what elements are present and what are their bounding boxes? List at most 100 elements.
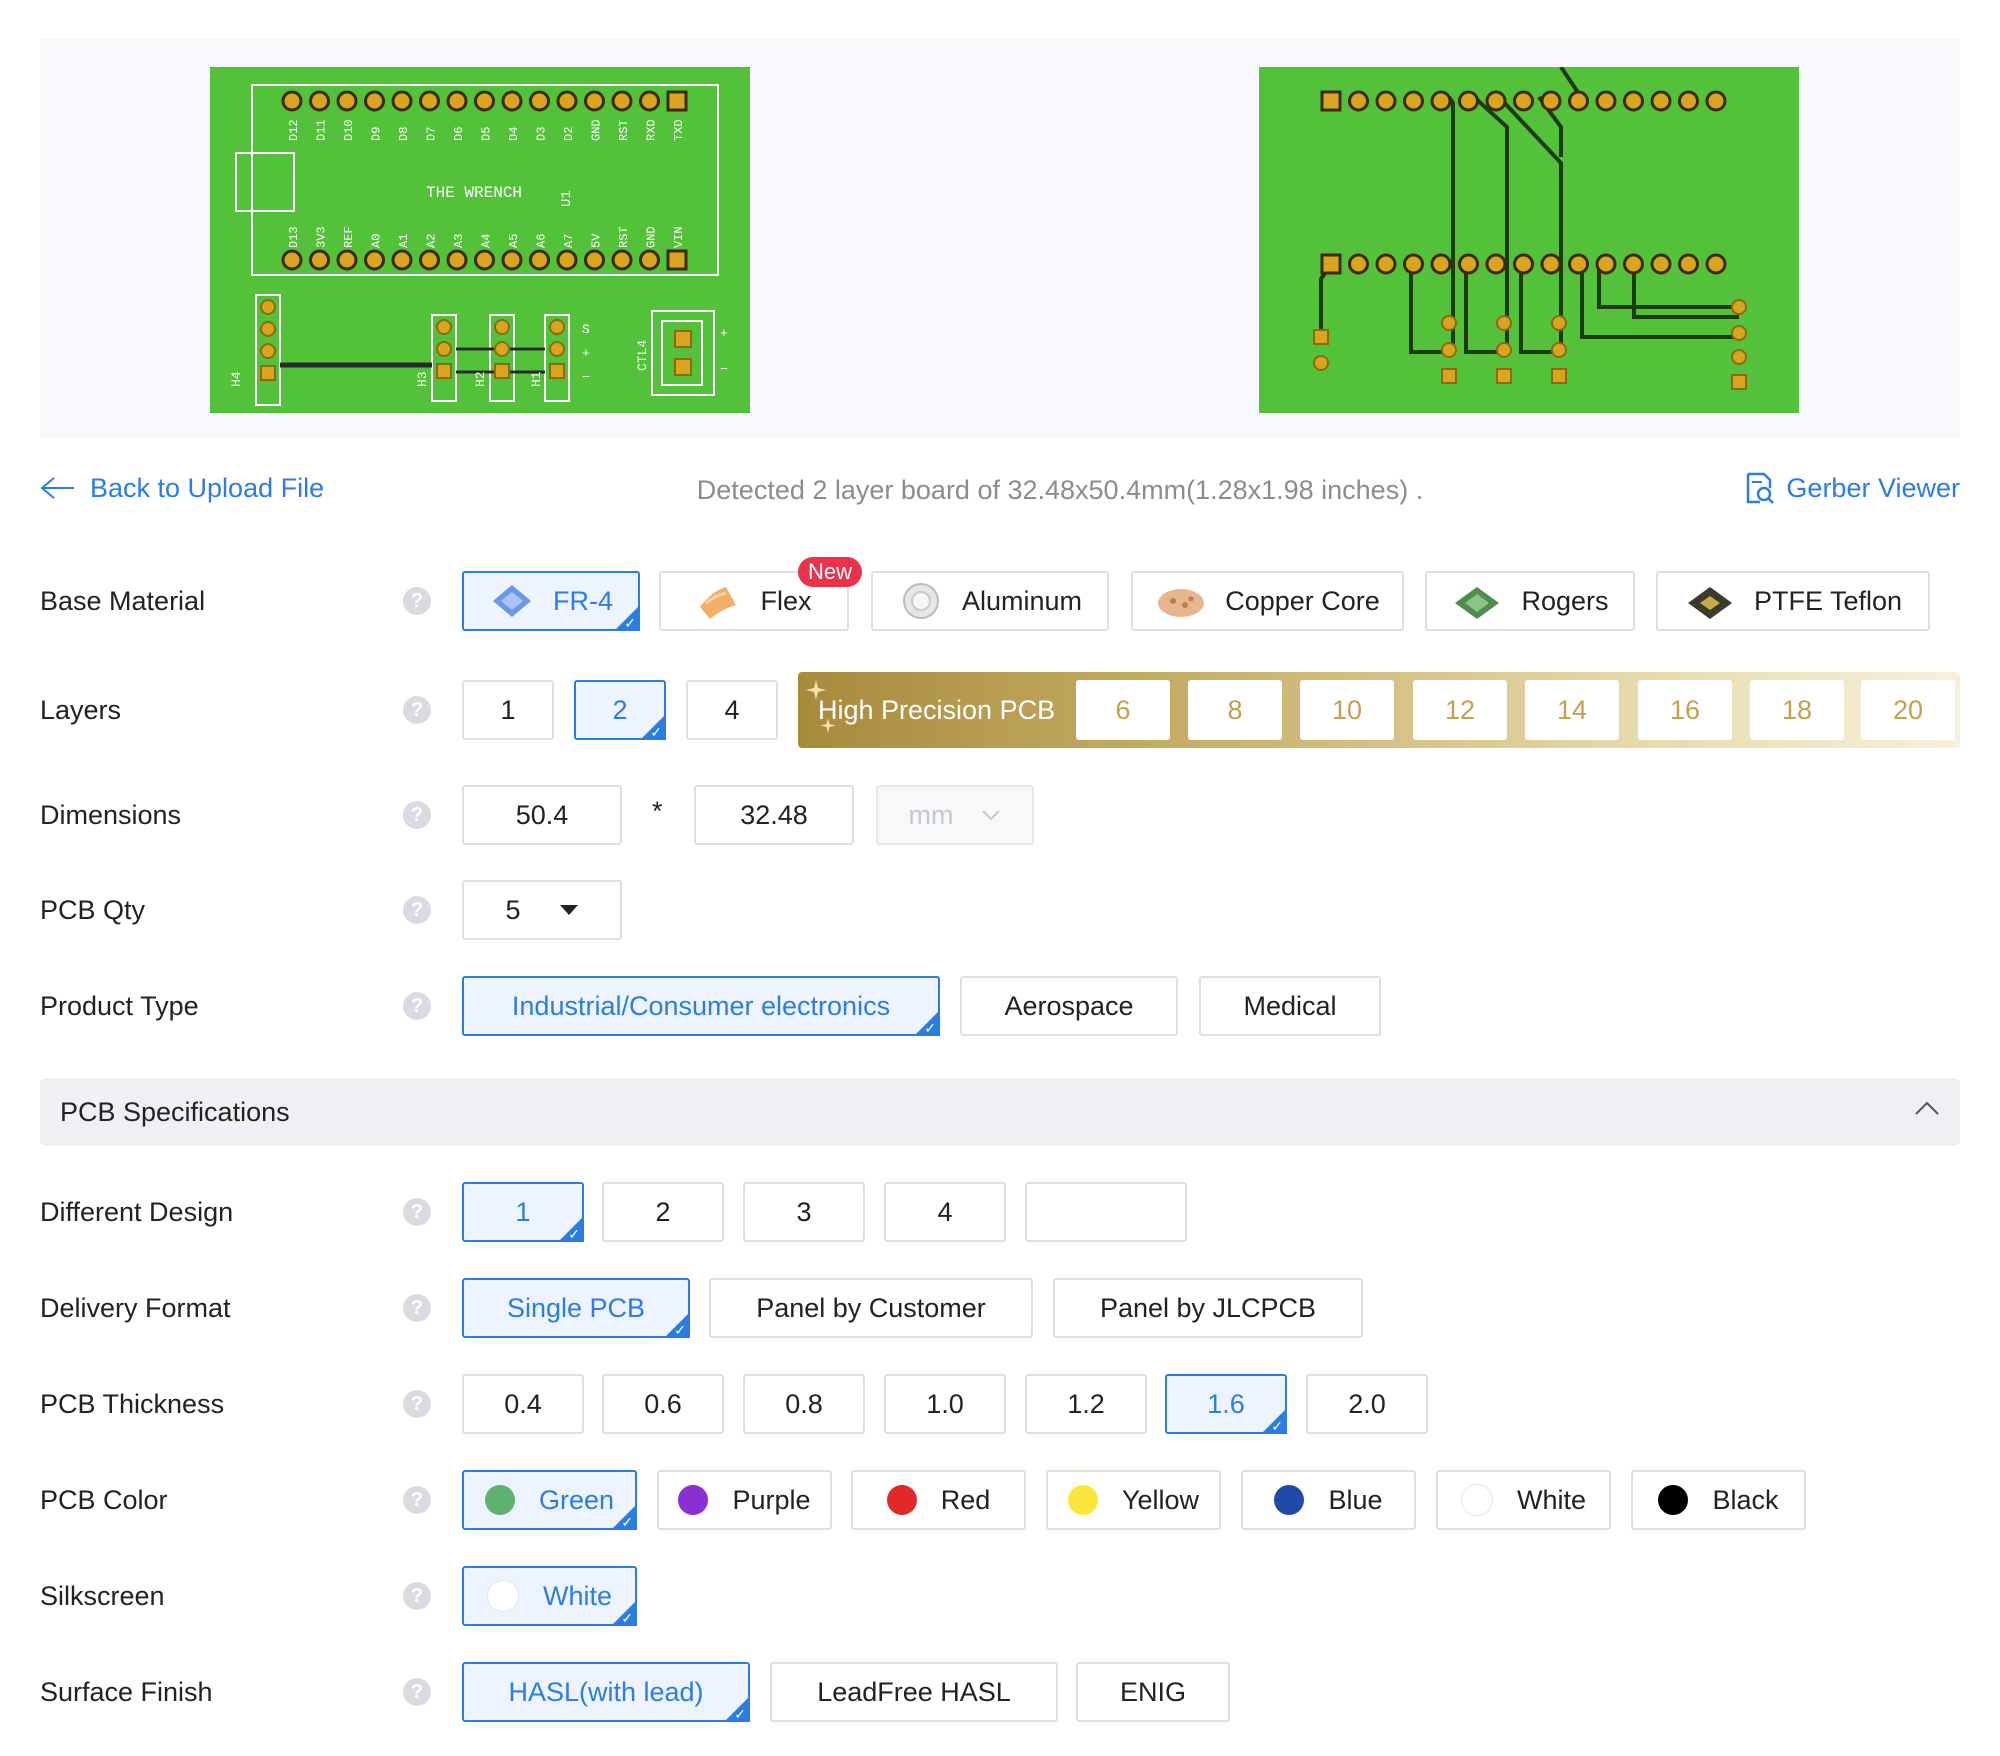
pcb-qty-select[interactable]: 5 <box>462 880 622 940</box>
dimension-length-input[interactable]: 50.4 <box>462 785 622 845</box>
pcb-specifications-header[interactable]: PCB Specifications <box>40 1078 1960 1146</box>
base-material-ptfe-teflon[interactable]: PTFE Teflon <box>1656 571 1930 631</box>
surface-leadfree-hasl[interactable]: LeadFree HASL <box>770 1662 1058 1722</box>
surface-hasl-with-lead[interactable]: HASL(with lead) <box>462 1662 750 1723</box>
thickness-option-0-8[interactable]: 0.8 <box>743 1374 865 1434</box>
pin-pad <box>1430 253 1452 275</box>
back-to-upload-link[interactable]: Back to Upload File <box>40 468 324 508</box>
different-design-help-icon[interactable]: ? <box>403 1198 431 1226</box>
pin-label: D10 <box>342 119 356 141</box>
thickness-option-2-0[interactable]: 2.0 <box>1306 1374 1428 1434</box>
different-design-custom-input[interactable] <box>1025 1182 1187 1242</box>
pin-pad <box>1320 253 1342 275</box>
pcb-preview-area: D12 D11 D10 D9 D8 D7 D6 D5 D4 D3 D2 GND RST RXD TXD D1… <box>40 38 1960 438</box>
chevron-down-icon <box>981 809 1001 821</box>
pin-pad <box>1485 253 1507 275</box>
thickness-option-1-0[interactable]: 1.0 <box>884 1374 1006 1434</box>
pin-pad <box>1705 90 1727 112</box>
pin-pad <box>639 90 660 112</box>
base-material-fr4[interactable]: FR-4 <box>462 571 640 632</box>
pin-pad <box>1348 253 1369 275</box>
layers-option-12[interactable]: 12 <box>1413 680 1507 740</box>
thickness-option-1-6[interactable]: 1.6 <box>1165 1374 1287 1435</box>
base-material-aluminum[interactable]: Aluminum <box>871 571 1109 631</box>
layers-option-18[interactable]: 18 <box>1750 680 1844 740</box>
color-option-blue[interactable]: Blue <box>1241 1470 1416 1530</box>
layers-option-4[interactable]: 4 <box>686 680 778 740</box>
pin-label: D13 <box>287 226 301 248</box>
different-design-option-3[interactable]: 3 <box>743 1182 865 1242</box>
dimension-separator: * <box>652 796 663 826</box>
layers-option-10[interactable]: 10 <box>1300 680 1394 740</box>
pin-pad <box>1650 253 1672 275</box>
thickness-option-0-4[interactable]: 0.4 <box>462 1374 584 1434</box>
color-option-red[interactable]: Red <box>851 1470 1026 1530</box>
pin-label: D6 <box>452 127 466 141</box>
product-type-aerospace[interactable]: Aerospace <box>960 976 1178 1036</box>
layers-option-6[interactable]: 6 <box>1076 680 1170 740</box>
delivery-panel-by-jlcpcb[interactable]: Panel by JLCPCB <box>1053 1278 1363 1338</box>
silkscreen-option-white[interactable]: White <box>462 1566 637 1627</box>
pin-label: TXD <box>672 119 686 141</box>
dimensions-help-icon[interactable]: ? <box>403 801 431 829</box>
different-design-option-1[interactable]: 1 <box>462 1182 584 1243</box>
pin-pad <box>1485 90 1507 112</box>
layers-option-14[interactable]: 14 <box>1525 680 1619 740</box>
thickness-option-0-6[interactable]: 0.6 <box>602 1374 724 1434</box>
pcb-top-silkscreen: D12 D11 D10 D9 D8 D7 D6 D5 D4 D3 D2 GND RST RXD TXD D1… <box>229 84 728 406</box>
layers-help-icon[interactable]: ? <box>403 696 431 724</box>
dimension-width-input[interactable]: 32.48 <box>694 785 854 845</box>
pin-pad <box>1540 253 1562 275</box>
different-design-option-2[interactable]: 2 <box>602 1182 724 1242</box>
copper-core-label: Copper Core <box>1225 585 1380 616</box>
pcb-thickness-help-icon[interactable]: ? <box>403 1390 431 1418</box>
layers-option-16[interactable]: 16 <box>1638 680 1732 740</box>
delivery-panel-by-customer[interactable]: Panel by Customer <box>709 1278 1033 1338</box>
pin-label: GND <box>590 119 604 141</box>
color-option-white[interactable]: White <box>1436 1470 1611 1530</box>
layers-option-20[interactable]: 20 <box>1861 680 1955 740</box>
surface-enig[interactable]: ENIG <box>1076 1662 1230 1722</box>
silkscreen-help-icon[interactable]: ? <box>403 1582 431 1610</box>
dimension-unit-select[interactable]: mm <box>876 785 1034 845</box>
pin-pad <box>364 249 385 271</box>
color-option-green[interactable]: Green <box>462 1470 637 1531</box>
rogers-icon <box>1451 581 1503 621</box>
base-material-help-icon[interactable]: ? <box>403 587 431 615</box>
pin-pad <box>309 90 330 112</box>
white-swatch-icon <box>486 1580 519 1612</box>
product-type-help-icon[interactable]: ? <box>403 992 431 1020</box>
gerber-viewer-link[interactable]: Gerber Viewer <box>1744 468 1960 508</box>
layers-option-2[interactable]: 2 <box>574 680 666 741</box>
color-option-black[interactable]: Black <box>1631 1470 1806 1530</box>
different-design-option-4[interactable]: 4 <box>884 1182 1006 1242</box>
pin-label: D4 <box>507 127 521 141</box>
pcb-bottom-traces <box>1313 65 1747 390</box>
color-option-purple[interactable]: Purple <box>657 1470 832 1530</box>
pin-label: RXD <box>645 119 659 141</box>
product-type-medical[interactable]: Medical <box>1199 976 1381 1036</box>
pin-label: D3 <box>535 127 549 141</box>
unit-value: mm <box>908 799 954 830</box>
surface-finish-help-icon[interactable]: ? <box>403 1678 431 1706</box>
layers-option-8[interactable]: 8 <box>1188 680 1282 740</box>
pcb-color-help-icon[interactable]: ? <box>403 1486 431 1514</box>
base-material-rogers[interactable]: Rogers <box>1425 571 1635 631</box>
pin-pad <box>501 249 523 271</box>
delivery-format-help-icon[interactable]: ? <box>403 1294 431 1322</box>
pin-label: D12 <box>287 119 301 141</box>
pin-label: A7 <box>562 234 576 248</box>
mark-s: S <box>582 322 590 337</box>
color-option-yellow[interactable]: Yellow <box>1046 1470 1221 1530</box>
pcb-qty-help-icon[interactable]: ? <box>403 896 431 924</box>
mark-plus: + <box>582 346 590 361</box>
delivery-single-pcb[interactable]: Single PCB <box>462 1278 690 1339</box>
layers-option-1[interactable]: 1 <box>462 680 554 740</box>
pin-label: D7 <box>425 127 439 141</box>
product-type-industrial[interactable]: Industrial/Consumer electronics <box>462 976 940 1037</box>
pin-pad <box>336 90 358 112</box>
thickness-option-1-2[interactable]: 1.2 <box>1025 1374 1147 1434</box>
chevron-up-icon[interactable] <box>1914 1100 1940 1121</box>
red-label: Red <box>940 1484 991 1515</box>
base-material-copper-core[interactable]: Copper Core <box>1131 571 1404 631</box>
